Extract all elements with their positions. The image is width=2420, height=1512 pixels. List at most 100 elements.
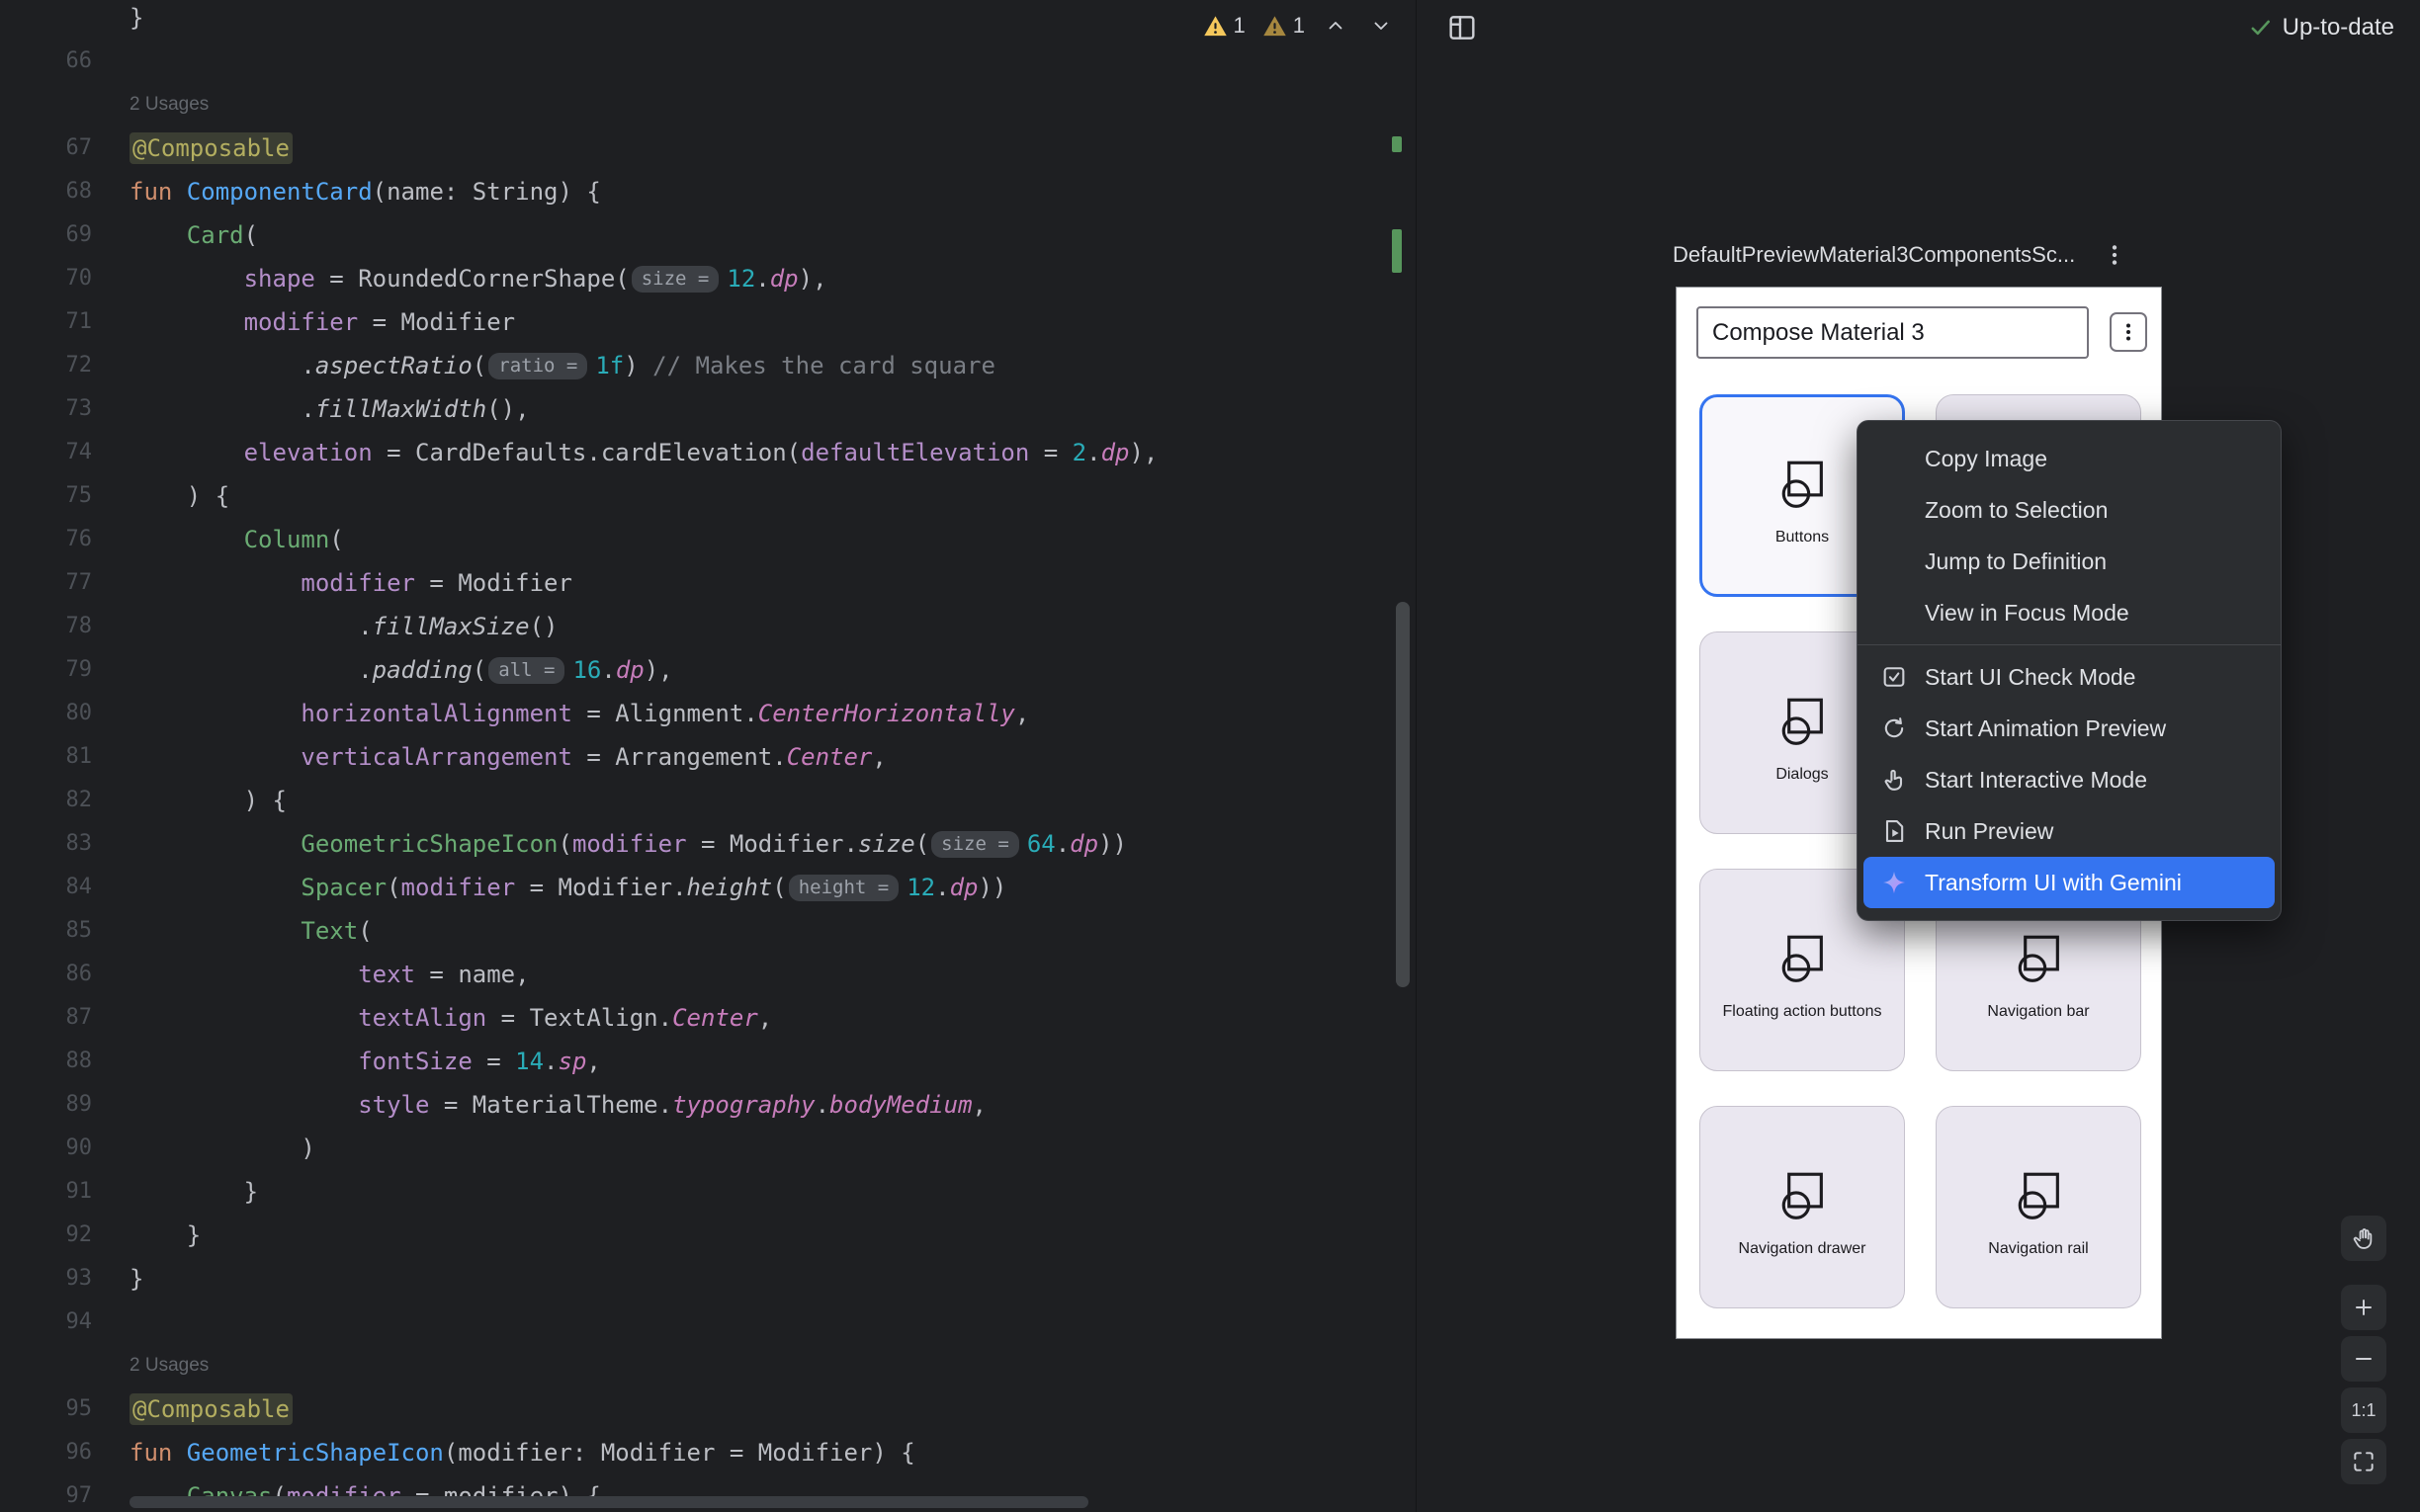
menu-item-start-interactive-mode[interactable]: Start Interactive Mode	[1863, 754, 2275, 805]
code-text[interactable]: @Composable	[114, 1387, 293, 1431]
zoom-to-fit-button[interactable]	[2341, 1439, 2386, 1484]
code-text[interactable]: Text(	[114, 909, 373, 953]
zoom-out-button[interactable]	[2341, 1336, 2386, 1382]
code-text[interactable]: Column(	[114, 518, 344, 561]
code-text[interactable]: }	[114, 1170, 258, 1214]
warnings-indicator[interactable]: 1	[1202, 13, 1246, 40]
line-number[interactable]: 94	[0, 1301, 114, 1344]
kebab-icon	[2117, 320, 2140, 344]
line-number[interactable]: 88	[0, 1040, 114, 1083]
parameter-name-hint: size =	[931, 831, 1019, 858]
next-issue-button[interactable]	[1366, 11, 1396, 41]
line-number[interactable]: 93	[0, 1257, 114, 1301]
menu-item-copy-image[interactable]: Copy Image	[1863, 433, 2275, 484]
code-text[interactable]: .fillMaxWidth(),	[114, 387, 530, 431]
line-number[interactable]: 87	[0, 996, 114, 1040]
code-text[interactable]: .aspectRatio(ratio =1f) // Makes the car…	[114, 344, 995, 387]
code-text[interactable]: }	[114, 1257, 143, 1301]
line-number[interactable]: 75	[0, 474, 114, 518]
zoom-actual-size-button[interactable]: 1:1	[2341, 1387, 2386, 1433]
line-number[interactable]: 97	[0, 1474, 114, 1512]
code-text[interactable]: }	[114, 0, 143, 40]
menu-item-transform-ui-with-gemini[interactable]: Transform UI with Gemini	[1863, 857, 2275, 908]
line-number[interactable]: 77	[0, 561, 114, 605]
menu-item-run-preview[interactable]: Run Preview	[1863, 805, 2275, 857]
line-number[interactable]: 89	[0, 1083, 114, 1127]
code-text[interactable]: .padding(all =16.dp),	[114, 648, 673, 692]
preview-card-navigation-rail[interactable]: Navigation rail	[1936, 1106, 2141, 1308]
code-text[interactable]: text = name,	[114, 953, 530, 996]
code-line: 80 horizontalAlignment = Alignment.Cente…	[0, 692, 1398, 735]
weak-warnings-indicator[interactable]: 1	[1261, 13, 1305, 40]
line-number[interactable]: 67	[0, 126, 114, 170]
line-number[interactable]: 74	[0, 431, 114, 474]
menu-item-view-in-focus-mode[interactable]: View in Focus Mode	[1863, 587, 2275, 638]
line-number[interactable]: 82	[0, 779, 114, 822]
code-text[interactable]: elevation = CardDefaults.cardElevation(d…	[114, 431, 1158, 474]
menu-item-jump-to-definition[interactable]: Jump to Definition	[1863, 536, 2275, 587]
line-number[interactable]: 68	[0, 170, 114, 213]
code-text[interactable]: .fillMaxSize()	[114, 605, 559, 648]
code-text[interactable]: Card(	[114, 213, 258, 257]
gemini-icon	[1863, 869, 1925, 896]
menu-item-zoom-to-selection[interactable]: Zoom to Selection	[1863, 484, 2275, 536]
compose-title-field[interactable]: Compose Material 3	[1696, 306, 2089, 359]
line-number[interactable]: 79	[0, 648, 114, 692]
line-number[interactable]: 91	[0, 1170, 114, 1214]
usages-inlay-hint[interactable]: 2 Usages	[114, 94, 209, 116]
preview-layout-button[interactable]	[1442, 8, 1482, 47]
menu-item-start-ui-check-mode[interactable]: Start UI Check Mode	[1863, 651, 2275, 703]
line-number[interactable]: 69	[0, 213, 114, 257]
code-line: 90 )	[0, 1127, 1398, 1170]
code-text[interactable]: @Composable	[114, 126, 293, 170]
code-text[interactable]: modifier = Modifier	[114, 300, 515, 344]
preview-options-button[interactable]	[2097, 237, 2132, 273]
code-text[interactable]: verticalArrangement = Arrangement.Center…	[114, 735, 887, 779]
line-number[interactable]: 96	[0, 1431, 114, 1474]
code-editor[interactable]: }662 Usages67@Composable68fun ComponentC…	[0, 0, 1416, 1512]
line-number[interactable]: 80	[0, 692, 114, 735]
line-number[interactable]: 70	[0, 257, 114, 300]
line-number[interactable]: 86	[0, 953, 114, 996]
line-number[interactable]: 78	[0, 605, 114, 648]
line-number[interactable]: 76	[0, 518, 114, 561]
line-number[interactable]: 71	[0, 300, 114, 344]
code-text[interactable]: )	[114, 1127, 315, 1170]
code-text[interactable]: ) {	[114, 474, 229, 518]
zoom-in-button[interactable]	[2341, 1285, 2386, 1330]
line-number[interactable]: 90	[0, 1127, 114, 1170]
component-card-label: Buttons	[1775, 529, 1829, 546]
geometric-shape-icon	[1773, 693, 1831, 755]
editor-vertical-scrollbar[interactable]	[1396, 602, 1410, 987]
code-line: 87 textAlign = TextAlign.Center,	[0, 996, 1398, 1040]
menu-item-start-animation-preview[interactable]: Start Animation Preview	[1863, 703, 2275, 754]
code-text[interactable]: textAlign = TextAlign.Center,	[114, 996, 772, 1040]
code-text[interactable]: fontSize = 14.sp,	[114, 1040, 601, 1083]
menu-item-label: View in Focus Mode	[1925, 600, 2129, 627]
usages-inlay-hint[interactable]: 2 Usages	[114, 1355, 209, 1377]
code-text[interactable]: shape = RoundedCornerShape(size =12.dp),	[114, 257, 827, 300]
compose-overflow-button[interactable]	[2110, 312, 2147, 352]
code-text[interactable]: style = MaterialTheme.typography.bodyMed…	[114, 1083, 987, 1127]
code-text[interactable]: modifier = Modifier	[114, 561, 572, 605]
line-number[interactable]: 92	[0, 1214, 114, 1257]
line-number[interactable]: 83	[0, 822, 114, 866]
editor-horizontal-scrollbar[interactable]	[130, 1496, 1088, 1508]
line-number[interactable]: 81	[0, 735, 114, 779]
line-number[interactable]: 85	[0, 909, 114, 953]
line-number[interactable]: 72	[0, 344, 114, 387]
line-number[interactable]: 73	[0, 387, 114, 431]
code-text[interactable]: GeometricShapeIcon(modifier = Modifier.s…	[114, 822, 1127, 866]
code-text[interactable]: }	[114, 1214, 201, 1257]
line-number[interactable]: 66	[0, 40, 114, 83]
line-number[interactable]: 84	[0, 866, 114, 909]
code-text[interactable]: horizontalAlignment = Alignment.CenterHo…	[114, 692, 1029, 735]
previous-issue-button[interactable]	[1321, 11, 1350, 41]
pan-button[interactable]	[2341, 1216, 2386, 1261]
line-number[interactable]: 95	[0, 1387, 114, 1431]
code-text[interactable]: Spacer(modifier = Modifier.height(height…	[114, 866, 1006, 909]
code-text[interactable]: fun GeometricShapeIcon(modifier: Modifie…	[114, 1431, 915, 1474]
preview-card-navigation-drawer[interactable]: Navigation drawer	[1699, 1106, 1905, 1308]
code-text[interactable]: ) {	[114, 779, 287, 822]
code-text[interactable]: fun ComponentCard(name: String) {	[114, 170, 601, 213]
